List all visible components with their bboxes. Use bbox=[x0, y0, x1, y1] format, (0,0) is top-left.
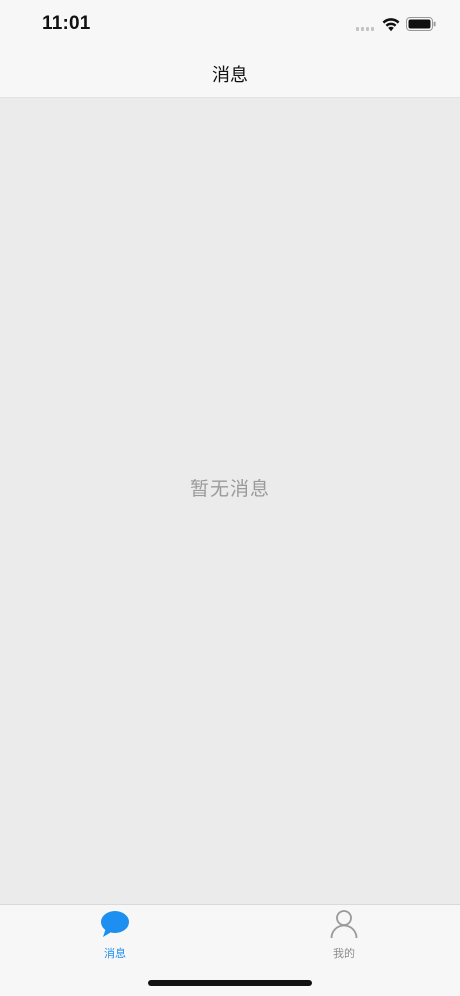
person-icon bbox=[330, 910, 358, 939]
status-time: 11:01 bbox=[42, 13, 91, 34]
tab-profile[interactable]: 我的 bbox=[294, 909, 394, 965]
status-bar: 11:01 bbox=[0, 0, 460, 50]
home-indicator[interactable] bbox=[148, 980, 312, 986]
chat-bubble-icon bbox=[101, 911, 129, 937]
message-list-area: 暂无消息 bbox=[0, 98, 460, 904]
navigation-bar: 消息 bbox=[0, 50, 460, 98]
tab-messages-label: 消息 bbox=[104, 947, 126, 960]
page-title: 消息 bbox=[212, 65, 248, 86]
tab-profile-label: 我的 bbox=[333, 947, 355, 960]
wifi-icon bbox=[382, 18, 400, 32]
cellular-signal-icon bbox=[356, 27, 374, 31]
tab-messages[interactable]: 消息 bbox=[65, 909, 165, 965]
battery-icon bbox=[406, 17, 436, 31]
empty-state-text: 暂无消息 bbox=[189, 478, 270, 500]
